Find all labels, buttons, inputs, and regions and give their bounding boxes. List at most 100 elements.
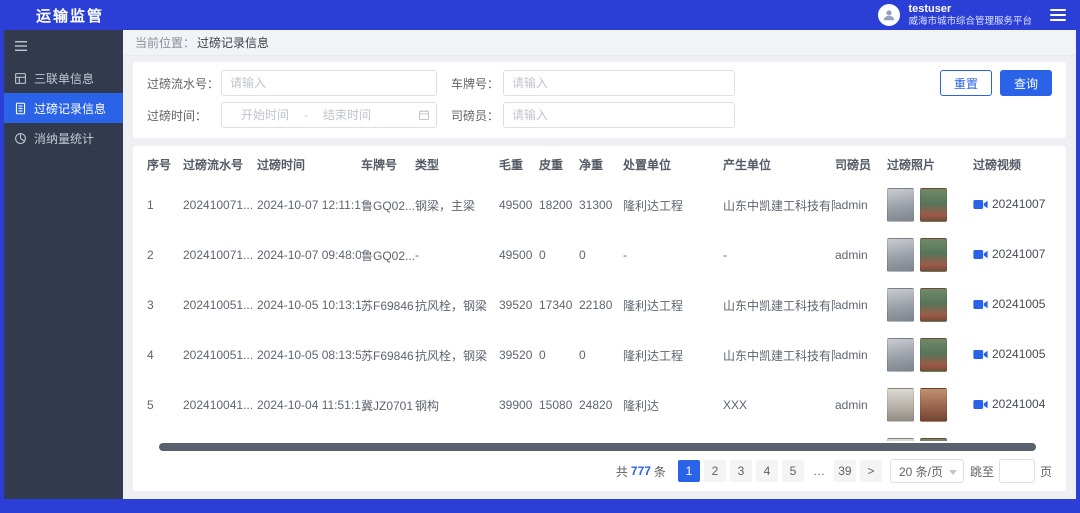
column-header: 毛重 — [499, 148, 539, 180]
start-date-input[interactable] — [228, 108, 302, 122]
cell-photos — [887, 330, 973, 380]
video-link[interactable]: 20241007 — [973, 197, 1045, 211]
cell-type: 抗风栓，钢梁 — [415, 330, 499, 380]
weigh-photo-thumbnail[interactable] — [920, 388, 947, 422]
cell-gross — [499, 430, 539, 441]
column-header: 过磅照片 — [887, 148, 973, 180]
page-button[interactable]: 4 — [756, 460, 778, 482]
main-content: 当前位置： 过磅记录信息 过磅流水号： 车牌号： 重置 查询 过磅时间： — [123, 30, 1076, 499]
cell-serial: 202410041... — [183, 380, 257, 430]
search-button[interactable]: 查询 — [1000, 70, 1052, 96]
weigh-photo-thumbnail[interactable] — [920, 338, 947, 372]
user-avatar[interactable] — [878, 4, 900, 26]
plate-filter-label: 车牌号： — [451, 75, 503, 92]
photo-thumbnails — [887, 388, 965, 422]
weigh-photo-thumbnail[interactable] — [887, 388, 914, 422]
page-size-select[interactable]: 20 条/页 — [890, 459, 964, 483]
cell-net: 0 — [579, 230, 623, 280]
cell-net: 0 — [579, 330, 623, 380]
jump-to-page: 跳至 页 — [970, 459, 1052, 483]
total-suffix: 条 — [654, 463, 666, 480]
sidebar-item-weigh-record-info[interactable]: 过磅记录信息 — [4, 93, 123, 123]
page-button[interactable]: 2 — [704, 460, 726, 482]
video-filename: 20241004 — [992, 397, 1045, 411]
column-header: 处置单位 — [623, 148, 723, 180]
plate-filter-input[interactable] — [503, 70, 735, 96]
horizontal-scrollbar-thumb[interactable] — [159, 443, 1036, 451]
time-filter-label: 过磅时间： — [147, 107, 221, 124]
sidebar: 三联单信息过磅记录信息消纳量统计 — [4, 30, 123, 499]
cell-net: 24820 — [579, 380, 623, 430]
cell-seq: 3 — [147, 280, 183, 330]
app-title: 运输监管 — [36, 5, 104, 26]
weigh-photo-thumbnail[interactable] — [887, 238, 914, 272]
video-link[interactable]: 20241004 — [973, 397, 1045, 411]
cell-disposal: 隆利达 — [623, 380, 723, 430]
weigh-photo-thumbnail[interactable] — [887, 288, 914, 322]
pager-ellipsis: … — [808, 460, 830, 482]
cell-producer: XXX — [723, 380, 835, 430]
photo-thumbnails — [887, 338, 965, 372]
date-range-separator: - — [304, 108, 308, 122]
cell-time: 2024-10-07 09:48:04 — [257, 230, 361, 280]
next-page-button[interactable]: > — [860, 460, 882, 482]
page-button[interactable]: 3 — [730, 460, 752, 482]
operator-filter-input[interactable] — [503, 102, 735, 128]
video-link[interactable]: 20241005 — [973, 347, 1045, 361]
table-row: 5 202410041... 2024-10-04 11:51:16 冀JZ07… — [147, 380, 1052, 430]
user-meta: testuser 威海市城市综合管理服务平台 — [908, 3, 1032, 28]
cell-photos — [887, 180, 973, 230]
sidebar-item-consumption-stats[interactable]: 消纳量统计 — [4, 123, 123, 153]
video-link[interactable]: 20241007 — [973, 247, 1045, 261]
top-header: 运输监管 testuser 威海市城市综合管理服务平台 — [0, 0, 1080, 30]
page-button[interactable]: 1 — [678, 460, 700, 482]
filter-row-2: 过磅时间： - 司磅员： — [147, 102, 1052, 128]
main-layout: 三联单信息过磅记录信息消纳量统计 当前位置： 过磅记录信息 过磅流水号： 车牌号… — [4, 30, 1076, 499]
cell-operator — [835, 430, 887, 441]
app-root: 运输监管 testuser 威海市城市综合管理服务平台 三联单信息过磅记录信息消… — [0, 0, 1080, 499]
column-header: 过磅流水号 — [183, 148, 257, 180]
weigh-photo-thumbnail[interactable] — [887, 338, 914, 372]
column-header: 产生单位 — [723, 148, 835, 180]
cell-time: 2024-10-04 11:51:16 — [257, 380, 361, 430]
date-range-picker[interactable]: - — [221, 102, 437, 128]
cell-serial: 202410051... — [183, 280, 257, 330]
records-table-card: 序号过磅流水号过磅时间车牌号类型毛重皮重净重处置单位产生单位司磅员过磅照片过磅视… — [133, 146, 1066, 491]
cell-producer: 山东中凯建工科技有限... — [723, 180, 835, 230]
pager: 12345…39> — [676, 460, 884, 482]
page-button[interactable]: 39 — [834, 460, 856, 482]
weigh-photo-thumbnail[interactable] — [920, 238, 947, 272]
weigh-photo-thumbnail[interactable] — [920, 188, 947, 222]
cell-type: 抗风栓，钢梁 — [415, 280, 499, 330]
jump-label: 跳至 — [970, 463, 994, 480]
weigh-photo-thumbnail[interactable] — [920, 288, 947, 322]
cell-seq: 4 — [147, 330, 183, 380]
header-user-area: testuser 威海市城市综合管理服务平台 — [878, 3, 1066, 28]
sidebar-item-trip-ticket-info[interactable]: 三联单信息 — [4, 63, 123, 93]
menu-icon[interactable] — [1050, 9, 1066, 21]
jump-page-input[interactable] — [999, 459, 1035, 483]
page-button[interactable]: 5 — [782, 460, 804, 482]
serial-filter-input[interactable] — [221, 70, 437, 96]
cell-seq: 1 — [147, 180, 183, 230]
weigh-photo-thumbnail[interactable] — [920, 438, 947, 441]
table-row: 2 202410071... 2024-10-07 09:48:04 鲁GQ02… — [147, 230, 1052, 280]
cell-disposal: 隆利达工程 — [623, 280, 723, 330]
weigh-photo-thumbnail[interactable] — [887, 438, 914, 441]
collapse-sidebar-icon[interactable] — [4, 30, 38, 63]
cell-plate: 冀JZ0701 — [361, 380, 415, 430]
end-date-input[interactable] — [310, 108, 384, 122]
video-camera-icon — [973, 349, 988, 360]
reset-button[interactable]: 重置 — [940, 70, 992, 96]
filter-actions: 重置 查询 — [940, 70, 1052, 96]
cell-time: 2024-10-05 08:13:58 — [257, 330, 361, 380]
cell-serial: 202410071... — [183, 230, 257, 280]
video-link[interactable]: 20241005 — [973, 297, 1045, 311]
cell-time: 2024-10-07 12:11:13 — [257, 180, 361, 230]
breadcrumb-prefix: 当前位置： — [135, 34, 195, 51]
cell-video: 20241007 — [973, 230, 1052, 280]
cell-type — [415, 430, 499, 441]
weigh-photo-thumbnail[interactable] — [887, 188, 914, 222]
video-camera-icon — [973, 399, 988, 410]
cell-photos — [887, 280, 973, 330]
